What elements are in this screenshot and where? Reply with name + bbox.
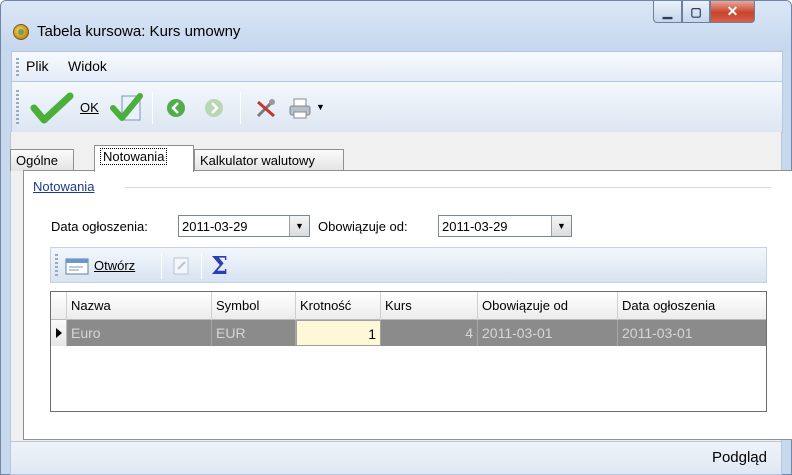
- group-title: Notowania: [33, 179, 95, 194]
- obowiazuje-od-value: 2011-03-29: [442, 219, 508, 234]
- edit-icon: [173, 257, 189, 275]
- open-button[interactable]: [65, 257, 89, 275]
- grid-toolbar: Otwórz Σ: [50, 247, 767, 283]
- forward-button[interactable]: [204, 98, 224, 118]
- obowiazuje-od-label: Obowiązuje od:: [318, 219, 408, 234]
- back-button[interactable]: [166, 98, 186, 118]
- cell-kurs[interactable]: 4: [381, 320, 478, 346]
- column-header-nazwa[interactable]: Nazwa: [67, 292, 212, 320]
- tab-label: Kalkulator walutowy: [200, 153, 315, 168]
- tab-kalkulator-walutowy[interactable]: Kalkulator walutowy: [194, 149, 344, 171]
- printer-icon: [289, 98, 311, 119]
- edit-button[interactable]: [171, 256, 191, 276]
- ok-label[interactable]: OK: [80, 100, 99, 115]
- data-ogloszenia-select[interactable]: 2011-03-29 ▼: [178, 215, 310, 237]
- chevron-down-icon[interactable]: ▼: [551, 216, 571, 236]
- tab-label: Notowania: [100, 148, 168, 165]
- minimize-button[interactable]: ▁: [653, 1, 682, 23]
- back-arrow-icon: [167, 99, 185, 117]
- tab-notowania[interactable]: Notowania: [94, 145, 194, 172]
- column-header-obowiazuje-od[interactable]: Obowiązuje od: [478, 292, 618, 320]
- group-divider: [125, 187, 771, 188]
- ok-button[interactable]: [30, 92, 76, 124]
- status-bar: Podgląd: [10, 441, 782, 475]
- toolbar-grip[interactable]: [16, 90, 19, 126]
- table-row[interactable]: Euro EUR 1 4 2011-03-01 2011-03-01: [67, 320, 766, 346]
- close-button[interactable]: ✕: [710, 1, 755, 23]
- menu-widok[interactable]: Widok: [68, 58, 107, 74]
- column-header-symbol[interactable]: Symbol: [212, 292, 296, 320]
- forward-arrow-icon: [205, 99, 223, 117]
- toolbar-separator: [240, 92, 241, 124]
- cell-obowiazuje-od[interactable]: 2011-03-01: [478, 320, 618, 346]
- status-text: Podgląd: [711, 449, 767, 466]
- menu-bar: Plik Widok: [11, 51, 783, 81]
- window-title: Tabela kursowa: Kurs umowny: [37, 23, 241, 40]
- print-dropdown[interactable]: ▼: [316, 102, 325, 112]
- menu-plik[interactable]: Plik: [26, 58, 49, 74]
- maximize-icon: ▢: [690, 4, 702, 19]
- title-bar[interactable]: Tabela kursowa: Kurs umowny ▁ ▢ ✕: [1, 1, 791, 51]
- chevron-down-icon[interactable]: ▼: [289, 216, 309, 236]
- cell-symbol[interactable]: EUR: [212, 320, 296, 346]
- tools-icon: [256, 99, 275, 118]
- sum-button[interactable]: Σ: [211, 251, 228, 280]
- close-icon: ✕: [726, 3, 739, 19]
- checkmark-icon: [30, 92, 74, 124]
- open-icon: [65, 258, 89, 275]
- grid-corner: [51, 292, 67, 320]
- sigma-icon: Σ: [211, 251, 228, 280]
- column-header-krotnosc[interactable]: Krotność: [296, 292, 381, 320]
- data-ogloszenia-value: 2011-03-29: [182, 219, 248, 234]
- row-selector-arrow-icon[interactable]: [51, 320, 67, 346]
- data-ogloszenia-label: Data ogłoszenia:: [51, 219, 148, 234]
- app-coin-icon: [13, 24, 29, 40]
- checkmark-edit-icon: [110, 93, 143, 121]
- grid-toolbar-grip[interactable]: [55, 254, 58, 278]
- dropdown-arrow-icon: ▼: [316, 102, 325, 112]
- cell-nazwa[interactable]: Euro: [67, 320, 212, 346]
- data-grid: Nazwa Symbol Krotność Kurs Obowiązuje od…: [50, 291, 767, 412]
- obowiazuje-od-select[interactable]: 2011-03-29 ▼: [438, 215, 572, 237]
- column-header-data-ogloszenia[interactable]: Data ogłoszenia: [618, 292, 766, 320]
- tab-label: Ogólne: [16, 153, 58, 168]
- ok-edit-button[interactable]: [110, 92, 144, 124]
- menu-grip[interactable]: [16, 58, 19, 76]
- cell-data-ogloszenia[interactable]: 2011-03-01: [618, 320, 766, 346]
- tab-ogolne[interactable]: Ogólne: [10, 149, 74, 171]
- grid-header: Nazwa Symbol Krotność Kurs Obowiązuje od…: [51, 292, 766, 320]
- toolbar-separator: [152, 92, 153, 124]
- maximize-button[interactable]: ▢: [682, 1, 710, 23]
- minimize-icon: ▁: [662, 4, 673, 19]
- open-label[interactable]: Otwórz: [94, 258, 135, 273]
- column-header-kurs[interactable]: Kurs: [381, 292, 478, 320]
- tools-button[interactable]: [254, 96, 278, 120]
- toolbar: OK ▼: [11, 81, 783, 133]
- print-button[interactable]: [288, 96, 312, 120]
- grid-toolbar-separator: [201, 253, 202, 279]
- grid-toolbar-separator: [161, 253, 162, 279]
- cell-krotnosc-editor[interactable]: 1: [296, 320, 381, 346]
